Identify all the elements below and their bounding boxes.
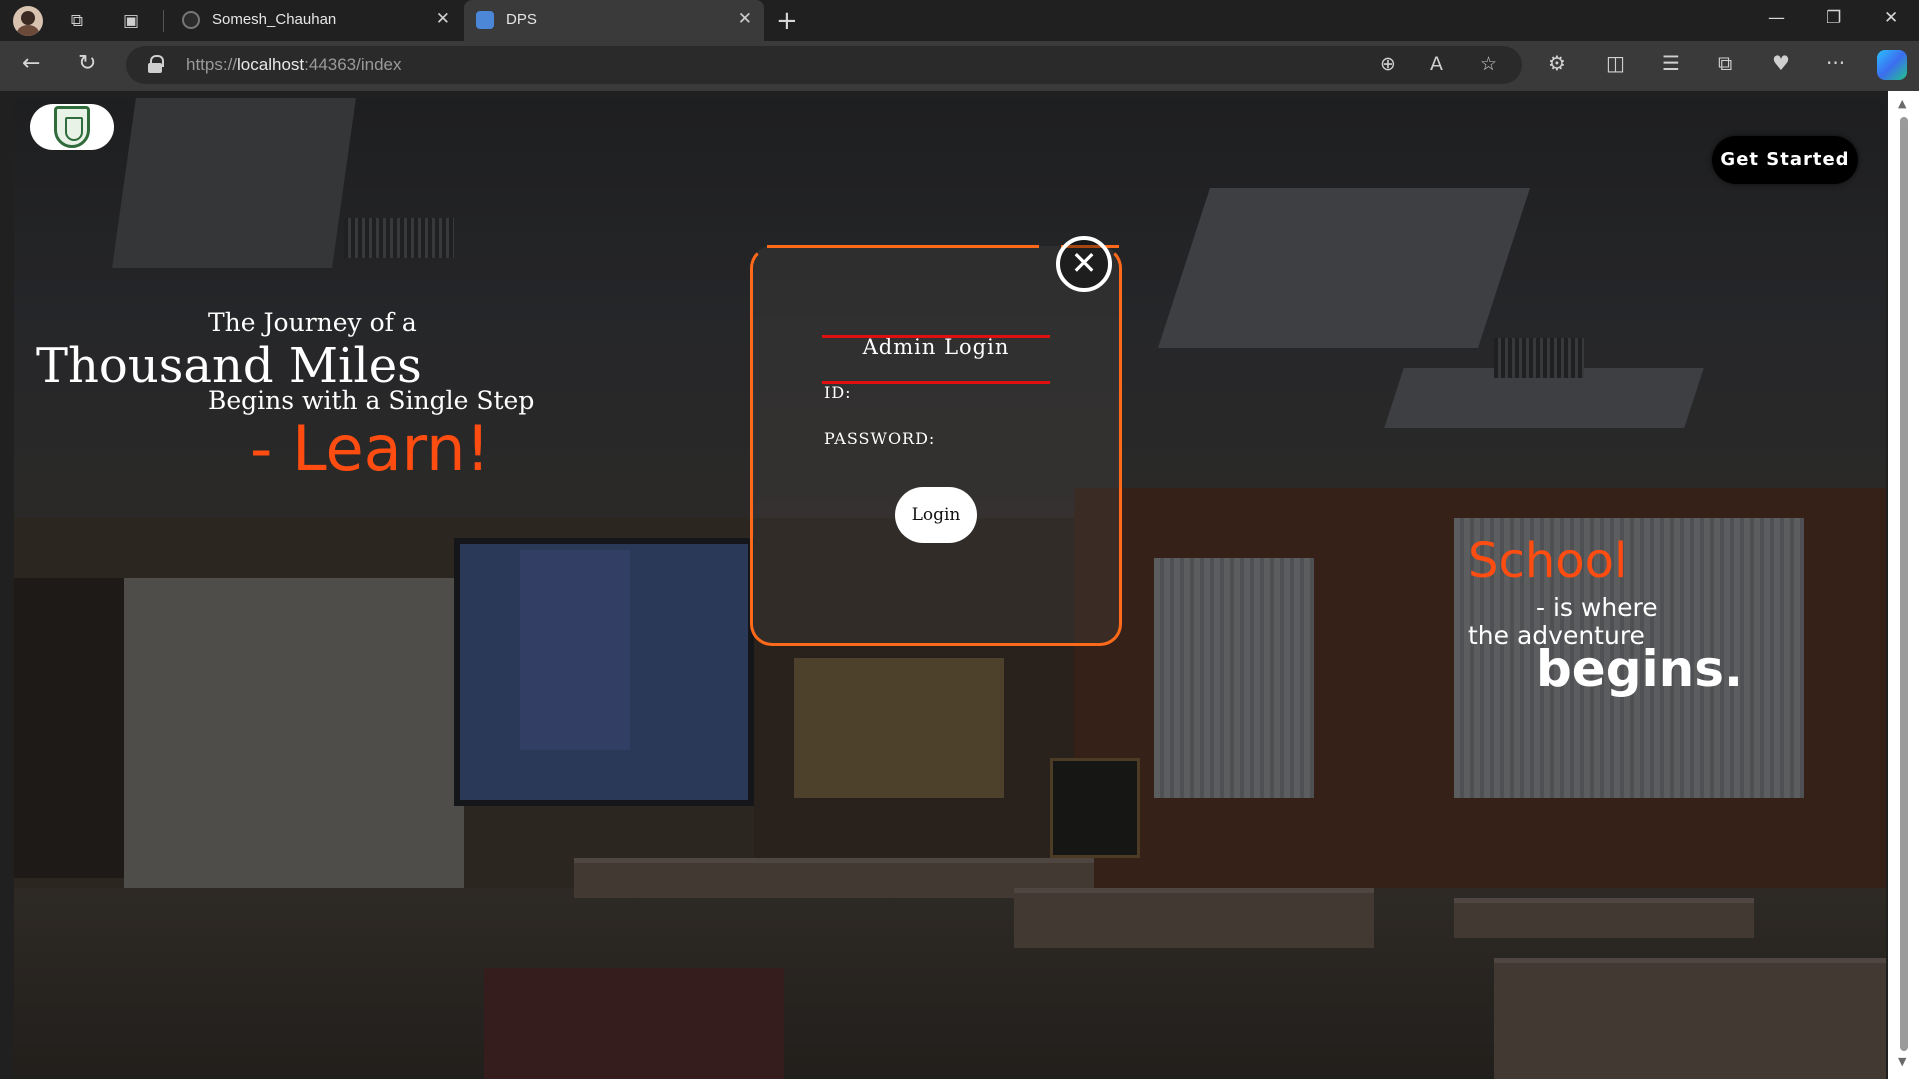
- hero-line-single-step: Begins with a Single Step: [208, 386, 535, 415]
- address-field[interactable]: https://localhost:44363/index ⊕ A ☆: [126, 46, 1522, 84]
- close-tab-icon[interactable]: ✕: [738, 9, 752, 29]
- url-text[interactable]: https://localhost:44363/index: [186, 55, 402, 75]
- page-favicon-icon: [476, 11, 494, 29]
- zoom-icon[interactable]: ⊕: [1380, 53, 1396, 75]
- minimize-icon[interactable]: —: [1768, 8, 1785, 28]
- new-tab-icon[interactable]: +: [776, 6, 798, 36]
- id-field[interactable]: [822, 310, 1050, 338]
- extensions-icon[interactable]: ⚙: [1548, 51, 1566, 75]
- scroll-up-icon[interactable]: ▲: [1898, 97, 1906, 110]
- scrollbar-thumb[interactable]: [1900, 117, 1908, 1051]
- refresh-icon[interactable]: ↻: [78, 51, 96, 76]
- browser-essentials-icon[interactable]: ♥: [1772, 51, 1790, 75]
- hero-line-journey: The Journey of a: [208, 308, 417, 337]
- tab-bar: ⧉ ▣ Somesh_Chauhan ✕ DPS ✕ + — ❐ ✕: [0, 0, 1919, 41]
- login-button[interactable]: Login: [895, 487, 977, 543]
- tab-dps[interactable]: DPS ✕: [464, 0, 764, 41]
- hero-line-learn: - Learn!: [250, 412, 491, 485]
- school-crest-icon: [54, 106, 90, 148]
- split-screen-icon[interactable]: ◫: [1606, 51, 1625, 75]
- collections-icon[interactable]: ⧉: [1718, 51, 1732, 75]
- profile-avatar-icon[interactable]: [13, 6, 43, 36]
- card-border-accent: [767, 245, 1039, 248]
- page-scrollbar[interactable]: ▲ ▼: [1888, 91, 1919, 1079]
- address-toolbar: ← ↻ https://localhost:44363/index ⊕ A ☆ …: [0, 41, 1919, 91]
- vertical-tabs-icon[interactable]: ▣: [118, 8, 144, 34]
- tab-title: DPS: [506, 11, 537, 28]
- school-logo[interactable]: [30, 104, 114, 150]
- github-favicon-icon: [182, 11, 200, 29]
- back-icon[interactable]: ←: [22, 51, 40, 76]
- favorites-icon[interactable]: ☰: [1662, 51, 1680, 75]
- hero-line-school: School: [1468, 533, 1628, 589]
- close-tab-icon[interactable]: ✕: [436, 9, 450, 29]
- hero-line-begins: begins.: [1536, 640, 1743, 698]
- close-window-icon[interactable]: ✕: [1884, 8, 1898, 28]
- hero-line-is-where: - is where: [1536, 593, 1658, 622]
- tab-separator: [163, 10, 164, 32]
- copilot-icon[interactable]: [1877, 50, 1907, 80]
- lock-icon[interactable]: [148, 55, 164, 73]
- get-started-button[interactable]: Get Started: [1712, 136, 1858, 184]
- password-label: PASSWORD:: [824, 429, 936, 448]
- password-field[interactable]: [822, 356, 1050, 384]
- close-icon[interactable]: ✕: [1056, 236, 1112, 292]
- tab-somesh[interactable]: Somesh_Chauhan ✕: [170, 0, 462, 41]
- page-viewport: Get Started The Journey of a Thousand Mi…: [14, 98, 1886, 1079]
- tab-title: Somesh_Chauhan: [212, 11, 337, 28]
- favorite-star-icon[interactable]: ☆: [1480, 53, 1497, 75]
- more-menu-icon[interactable]: ···: [1826, 51, 1845, 75]
- admin-login-card: [750, 246, 1122, 646]
- scroll-down-icon[interactable]: ▼: [1898, 1055, 1906, 1068]
- read-aloud-icon[interactable]: A: [1430, 53, 1443, 75]
- workspaces-icon[interactable]: ⧉: [64, 8, 90, 34]
- restore-icon[interactable]: ❐: [1826, 8, 1841, 28]
- id-label: ID:: [824, 383, 852, 402]
